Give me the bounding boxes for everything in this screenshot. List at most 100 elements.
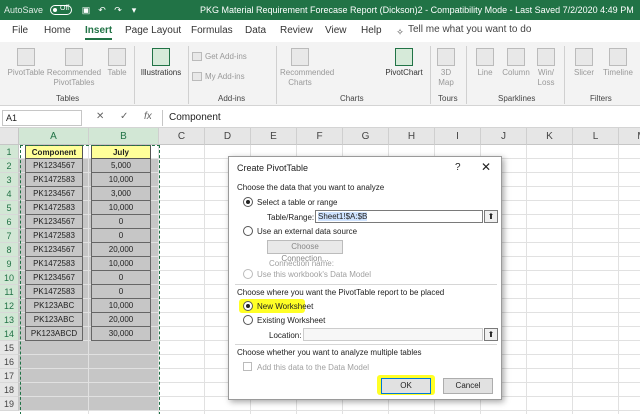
row-header[interactable]: 16 bbox=[0, 355, 19, 369]
row-header[interactable]: 14 bbox=[0, 327, 19, 341]
help-icon[interactable]: ? bbox=[455, 162, 461, 173]
group-label-charts: Charts bbox=[340, 94, 364, 103]
radio-data-model[interactable] bbox=[243, 269, 253, 279]
tab-page-layout[interactable]: Page Layout bbox=[125, 25, 181, 36]
recommended-pivottables-icon bbox=[65, 48, 83, 66]
column-header[interactable]: J bbox=[481, 128, 527, 145]
collapse-range-icon[interactable]: ⬆ bbox=[484, 210, 498, 223]
row-header[interactable]: 15 bbox=[0, 341, 19, 355]
gridline bbox=[618, 145, 619, 414]
column-label: Column bbox=[502, 68, 530, 77]
close-icon[interactable]: ✕ bbox=[481, 160, 491, 174]
cancel-icon[interactable]: ✕ bbox=[96, 111, 104, 122]
pivotchart-label: PivotChart bbox=[385, 68, 423, 77]
autosave-toggle[interactable]: Off bbox=[50, 5, 72, 15]
group-separator bbox=[466, 46, 467, 104]
column-header[interactable]: G bbox=[343, 128, 389, 145]
column-header[interactable]: B bbox=[89, 128, 159, 145]
line-sparkline-icon bbox=[476, 48, 494, 66]
win-loss-label: Win/ Loss bbox=[537, 68, 555, 87]
save-icon[interactable]: ▣ bbox=[80, 4, 92, 16]
column-header[interactable]: K bbox=[527, 128, 573, 145]
3d-map-label: 3D Map bbox=[438, 68, 454, 87]
slicer-icon bbox=[575, 48, 593, 66]
ok-button[interactable]: OK bbox=[381, 378, 431, 394]
name-box[interactable]: A1 bbox=[2, 110, 82, 126]
get-addins-button[interactable]: Get Add-ins bbox=[192, 52, 247, 62]
timeline-button[interactable]: Timeline bbox=[598, 48, 638, 78]
row-header[interactable]: 8 bbox=[0, 243, 19, 257]
radio-external-source[interactable] bbox=[243, 226, 253, 236]
timeline-icon bbox=[609, 48, 627, 66]
column-header[interactable]: L bbox=[573, 128, 619, 145]
row-header[interactable]: 19 bbox=[0, 397, 19, 411]
pivottable-button[interactable]: PivotTable bbox=[6, 48, 46, 78]
select-all-corner[interactable] bbox=[0, 128, 19, 145]
enter-icon[interactable]: ✓ bbox=[120, 111, 128, 122]
column-header[interactable]: E bbox=[251, 128, 297, 145]
tab-insert[interactable]: Insert bbox=[85, 25, 113, 40]
timeline-label: Timeline bbox=[603, 68, 633, 77]
column-header[interactable]: A bbox=[19, 128, 89, 145]
3d-map-button[interactable]: 3D Map bbox=[434, 48, 458, 88]
pivotchart-button[interactable]: PivotChart bbox=[382, 48, 426, 78]
column-header[interactable]: F bbox=[297, 128, 343, 145]
choose-connection-button[interactable]: Choose Connection... bbox=[267, 240, 343, 263]
column-header[interactable]: I bbox=[435, 128, 481, 145]
column-header[interactable]: H bbox=[389, 128, 435, 145]
row-header[interactable]: 2 bbox=[0, 159, 19, 173]
sparkline-line-button[interactable]: Line bbox=[472, 48, 498, 78]
column-header[interactable]: C bbox=[159, 128, 205, 145]
tell-me-search[interactable]: Tell me what you want to do bbox=[408, 24, 531, 35]
illustrations-label: Illustrations bbox=[140, 68, 182, 77]
row-header[interactable]: 7 bbox=[0, 229, 19, 243]
my-addins-button[interactable]: My Add-ins bbox=[192, 72, 245, 82]
tab-view[interactable]: View bbox=[325, 25, 347, 36]
row-header[interactable]: 17 bbox=[0, 369, 19, 383]
divider bbox=[235, 284, 497, 285]
formula-input[interactable]: Component bbox=[162, 110, 638, 126]
row-header[interactable]: 9 bbox=[0, 257, 19, 271]
create-pivottable-dialog: Create PivotTable ? ✕ Choose the data th… bbox=[228, 156, 502, 400]
collapse-location-icon[interactable]: ⬆ bbox=[484, 328, 498, 341]
row-header[interactable]: 4 bbox=[0, 187, 19, 201]
row-header[interactable]: 10 bbox=[0, 271, 19, 285]
recommended-pivottables-button[interactable]: Recommended PivotTables bbox=[46, 48, 102, 88]
cancel-button[interactable]: Cancel bbox=[443, 378, 493, 394]
undo-icon[interactable]: ↶ bbox=[96, 4, 108, 16]
radio-new-worksheet[interactable] bbox=[243, 301, 253, 311]
redo-icon[interactable]: ↷ bbox=[112, 4, 124, 16]
column-header[interactable]: D bbox=[205, 128, 251, 145]
get-addins-label: Get Add-ins bbox=[205, 52, 247, 61]
row-header[interactable]: 18 bbox=[0, 383, 19, 397]
add-data-model-checkbox[interactable] bbox=[243, 362, 252, 371]
tab-formulas[interactable]: Formulas bbox=[191, 25, 233, 36]
insert-function-icon[interactable]: fx bbox=[144, 111, 152, 122]
row-header[interactable]: 3 bbox=[0, 173, 19, 187]
tab-help[interactable]: Help bbox=[361, 25, 382, 36]
radio-select-table[interactable] bbox=[243, 197, 253, 207]
group-separator bbox=[564, 46, 565, 104]
table-range-input[interactable]: Sheet1!$A:$B bbox=[315, 210, 483, 223]
row-header[interactable]: 6 bbox=[0, 215, 19, 229]
row-header[interactable]: 13 bbox=[0, 313, 19, 327]
location-input[interactable] bbox=[303, 328, 483, 341]
sparkline-winloss-button[interactable]: Win/ Loss bbox=[534, 48, 558, 88]
tab-review[interactable]: Review bbox=[280, 25, 313, 36]
tab-home[interactable]: Home bbox=[44, 25, 71, 36]
sparkline-column-button[interactable]: Column bbox=[500, 48, 532, 78]
illustrations-button[interactable]: Illustrations bbox=[138, 48, 184, 78]
recommended-charts-button[interactable]: Recommended Charts bbox=[280, 48, 334, 88]
radio-existing-worksheet[interactable] bbox=[243, 315, 253, 325]
column-header[interactable]: M bbox=[619, 128, 640, 145]
row-header[interactable]: 5 bbox=[0, 201, 19, 215]
table-button[interactable]: Table bbox=[104, 48, 130, 78]
row-header[interactable]: 11 bbox=[0, 285, 19, 299]
row-header[interactable]: 12 bbox=[0, 299, 19, 313]
tab-file[interactable]: File bbox=[12, 25, 28, 36]
slicer-button[interactable]: Slicer bbox=[570, 48, 598, 78]
row-header[interactable]: 1 bbox=[0, 145, 19, 159]
qat-more-icon[interactable]: ▾ bbox=[128, 4, 140, 16]
recommended-charts-icon bbox=[291, 48, 309, 66]
tab-data[interactable]: Data bbox=[245, 25, 266, 36]
